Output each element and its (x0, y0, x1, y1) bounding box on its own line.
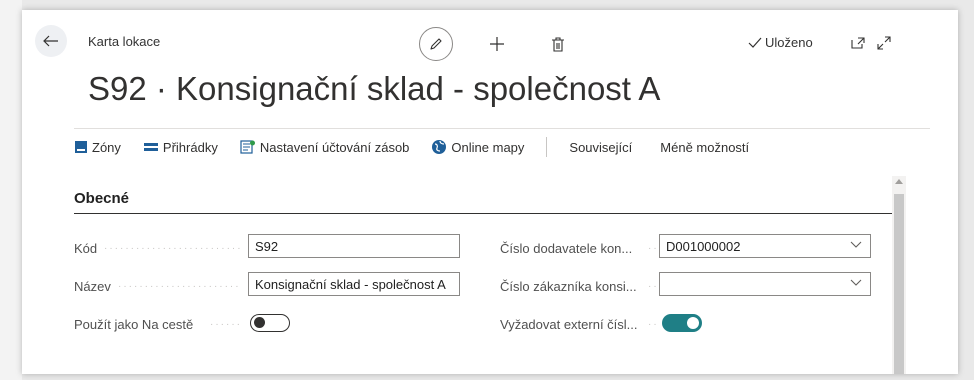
require-external-toggle[interactable] (662, 314, 702, 332)
page-title: S92 · Konsignační sklad - společnost A (88, 70, 661, 107)
breadcrumb: Karta lokace (88, 34, 161, 49)
trash-icon (552, 36, 564, 52)
field-vendor-no-label: Číslo dodavatele kon... (500, 241, 633, 256)
vendor-no-value: D001000002 (666, 238, 741, 254)
action-inventory-posting-setup[interactable]: Nastavení účtování zásob (240, 139, 410, 155)
action-online-map-label: Online mapy (451, 139, 525, 155)
code-field[interactable]: S92 (248, 234, 460, 258)
name-field[interactable]: Konsignační sklad - společnost A (248, 272, 460, 296)
online-map-icon (432, 140, 447, 154)
delete-button[interactable] (547, 33, 569, 55)
action-fewer-options[interactable]: Méně možností (660, 140, 749, 155)
checkmark-icon (748, 37, 762, 48)
customer-no-select[interactable] (659, 272, 871, 296)
edit-button[interactable] (419, 27, 453, 61)
leader-dots: ························ (118, 281, 240, 292)
background-page-edge (0, 0, 22, 380)
vertical-scrollbar[interactable] (892, 176, 906, 374)
action-inventory-posting-setup-label: Nastavení účtování zásob (259, 139, 410, 155)
chevron-down-icon (850, 241, 862, 248)
action-divider (546, 137, 548, 157)
inventory-posting-setup-icon (240, 140, 255, 154)
open-in-new-window-icon (851, 37, 865, 49)
expand-button[interactable] (874, 34, 894, 52)
open-new-window-button[interactable] (848, 34, 868, 52)
field-require-external-label: Vyžadovat externí čísl... (500, 317, 638, 332)
leader-dots: ·························· (104, 243, 240, 254)
toggle-knob (687, 317, 699, 329)
field-in-transit-label: Použít jako Na cestě (74, 317, 194, 332)
back-button[interactable] (35, 25, 67, 57)
leader-dots: ······ (210, 319, 240, 330)
general-fasttab: Obecné Kód ·························· S9… (74, 176, 896, 374)
arrow-left-icon (43, 35, 58, 47)
location-card-dialog: Karta lokace Uloženo S92 · Konsignační s… (22, 10, 958, 374)
field-name-label: Název (74, 279, 111, 294)
section-divider (74, 213, 896, 214)
plus-icon (490, 37, 504, 51)
action-bar: Zóny Přihrádky Nastavení účtování zásob … (74, 128, 930, 165)
action-bins-label: Přihrádky (162, 139, 218, 155)
bins-icon (143, 143, 158, 151)
new-button[interactable] (486, 33, 508, 55)
scroll-up-arrow[interactable] (895, 179, 903, 184)
field-customer-no-label: Číslo zákazníka konsi... (500, 279, 637, 294)
leader-dots: ·· (648, 319, 659, 330)
save-status-label: Uloženo (765, 35, 813, 50)
expand-icon (877, 36, 891, 50)
section-title[interactable]: Obecné (74, 190, 129, 207)
vendor-no-select[interactable]: D001000002 (659, 234, 871, 258)
field-code-label: Kód (74, 241, 98, 256)
action-online-map[interactable]: Online mapy (431, 139, 524, 155)
save-status: Uloženo (748, 35, 813, 50)
action-zones-label: Zóny (92, 139, 121, 155)
chevron-down-icon (850, 279, 862, 286)
scroll-thumb[interactable] (894, 194, 904, 374)
zones-icon (75, 141, 87, 153)
action-zones[interactable]: Zóny (74, 140, 121, 155)
action-bins[interactable]: Přihrádky (143, 140, 218, 155)
in-transit-toggle[interactable] (250, 314, 290, 332)
pencil-icon (430, 38, 442, 50)
action-related[interactable]: Související (569, 140, 632, 155)
toggle-knob (254, 317, 265, 328)
